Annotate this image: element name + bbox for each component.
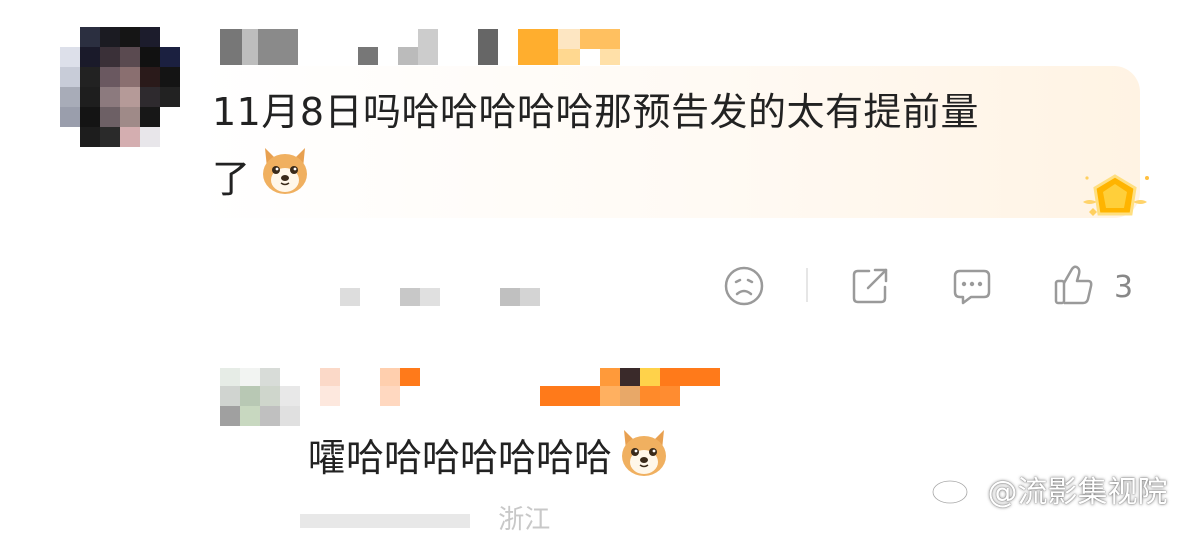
reply-avatar[interactable]	[220, 366, 302, 428]
share-button[interactable]	[848, 264, 892, 308]
comment-icon	[953, 269, 991, 305]
comment-text-line2-wrap: 了	[212, 142, 1112, 215]
dog-face-emoji-icon	[616, 424, 672, 492]
avatar[interactable]	[60, 27, 180, 147]
watermark: @流影集视院	[930, 470, 1168, 517]
share-icon	[852, 268, 888, 304]
sad-face-icon	[724, 266, 764, 306]
reply-location-partial: 浙江	[498, 505, 551, 535]
action-divider	[806, 268, 808, 302]
reply-text-row: 嚯哈哈哈哈哈哈哈	[308, 424, 672, 492]
comment-text-line1: 11月8日吗哈哈哈哈哈那预告发的太有提前量	[212, 90, 980, 134]
reply-meta-pixel	[300, 513, 470, 528]
username-pixelated[interactable]	[218, 27, 628, 67]
fan-badge-icon[interactable]	[1075, 168, 1155, 230]
meta-pixelated	[340, 286, 550, 308]
reply-text: 嚯哈哈哈哈哈哈哈	[308, 436, 613, 480]
reply-meta-partial: 浙江	[300, 505, 550, 535]
dog-face-emoji-icon	[257, 142, 313, 215]
weibo-logo-icon	[930, 470, 974, 517]
dislike-button[interactable]	[722, 264, 766, 308]
comment-text-line2: 了	[212, 156, 251, 201]
watermark-text: @流影集视院	[987, 475, 1168, 510]
reply-username-pixelated[interactable]	[318, 366, 728, 408]
like-button[interactable]	[1052, 262, 1096, 308]
thumbs-up-icon	[1054, 265, 1093, 305]
comment-button[interactable]	[950, 264, 994, 308]
like-count: 3	[1114, 270, 1134, 305]
comment-text: 11月8日吗哈哈哈哈哈那预告发的太有提前量 了	[212, 82, 1112, 215]
